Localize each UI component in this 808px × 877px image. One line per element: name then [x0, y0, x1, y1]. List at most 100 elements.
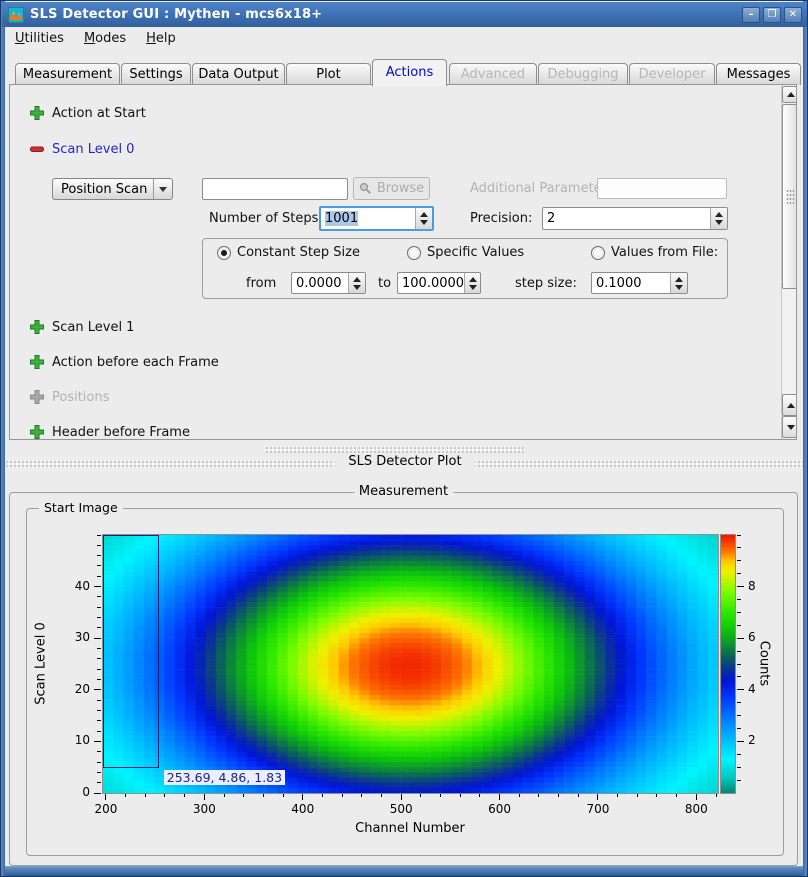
- x-axis-tick: [696, 794, 697, 800]
- spin-buttons[interactable]: [415, 208, 432, 229]
- x-axis-minor-tick: [656, 794, 657, 797]
- tab-developer[interactable]: Developer: [629, 63, 715, 85]
- vertical-scrollbar[interactable]: [781, 86, 797, 440]
- number-of-steps-value: 1001: [321, 211, 358, 226]
- y-axis-minor-tick: [97, 627, 101, 628]
- colorbar-minor-tick: [737, 599, 741, 600]
- y-axis-title: Scan Level 0: [34, 594, 49, 734]
- scan-script-input[interactable]: [202, 178, 348, 200]
- spin-down-icon[interactable]: [675, 285, 683, 290]
- close-button[interactable]: ✕: [784, 7, 802, 23]
- minimize-button[interactable]: –: [742, 7, 760, 23]
- spin-up-icon[interactable]: [353, 277, 361, 282]
- browse-button-label: Browse: [377, 181, 424, 196]
- tab-measurement[interactable]: Measurement: [15, 63, 120, 85]
- number-of-steps-spinner[interactable]: 1001: [319, 206, 434, 231]
- menu-bar: Utilities Modes Help: [5, 27, 805, 50]
- values-from-file-radio[interactable]: [591, 246, 605, 260]
- x-axis-tick-label: 400: [283, 802, 323, 816]
- x-axis-tick: [204, 794, 205, 800]
- spin-buttons[interactable]: [348, 273, 365, 293]
- tab-messages[interactable]: Messages: [716, 63, 801, 85]
- expand-plus-icon[interactable]: [29, 319, 45, 335]
- colorbar-minor-tick: [737, 754, 741, 755]
- colorbar-minor-tick: [737, 612, 741, 613]
- spin-buttons[interactable]: [670, 273, 687, 293]
- spin-buttons[interactable]: [464, 273, 480, 293]
- step-size-spinner[interactable]: 0.1000: [591, 272, 688, 294]
- number-of-steps-label: Number of Steps:: [209, 211, 323, 226]
- x-axis-minor-tick: [716, 794, 717, 797]
- spin-down-icon[interactable]: [469, 285, 477, 290]
- heatmap-canvas[interactable]: [103, 535, 718, 793]
- spin-up-icon[interactable]: [675, 277, 683, 282]
- scan-mode-select[interactable]: Position Scan: [52, 178, 173, 200]
- header-before-frame-label[interactable]: Header before Frame: [52, 425, 190, 440]
- colorbar-tick-label: 8: [748, 579, 768, 593]
- menu-help[interactable]: Help: [146, 31, 176, 46]
- specific-values-radio[interactable]: [407, 246, 421, 260]
- colorbar-minor-tick: [737, 676, 741, 677]
- action-before-frame-label[interactable]: Action before each Frame: [52, 355, 219, 370]
- spin-up-icon[interactable]: [420, 212, 428, 217]
- additional-parameter-input[interactable]: [597, 178, 727, 199]
- y-axis-tick: [94, 638, 101, 639]
- menu-modes[interactable]: Modes: [84, 31, 126, 46]
- colorbar-frame: [720, 534, 736, 794]
- scroll-up-button-bottom[interactable]: [782, 394, 797, 416]
- spin-up-icon[interactable]: [715, 212, 723, 217]
- colorbar-minor-tick: [737, 547, 741, 548]
- values-from-file-label[interactable]: Values from File:: [611, 245, 718, 260]
- spin-down-icon[interactable]: [420, 220, 428, 225]
- colorbar-tick: [737, 586, 744, 587]
- tab-data-output[interactable]: Data Output: [192, 63, 285, 85]
- x-axis-minor-tick: [243, 794, 244, 797]
- y-axis-tick-label: 40: [50, 579, 90, 593]
- title-bar[interactable]: SLS Detector GUI : Mythen - mcs6x18+ – ❒…: [2, 2, 808, 27]
- precision-spinner[interactable]: 2: [542, 207, 728, 230]
- x-axis-tick-label: 700: [578, 802, 618, 816]
- spin-down-icon[interactable]: [715, 220, 723, 225]
- x-axis-minor-tick: [224, 794, 225, 797]
- to-spinner[interactable]: 100.0000: [397, 272, 481, 294]
- action-at-start-label[interactable]: Action at Start: [52, 106, 146, 121]
- spin-down-icon[interactable]: [353, 285, 361, 290]
- spin-up-icon[interactable]: [469, 277, 477, 282]
- tab-advanced[interactable]: Advanced: [449, 63, 537, 85]
- tab-plot[interactable]: Plot: [286, 63, 371, 85]
- x-axis-minor-tick: [440, 794, 441, 797]
- tab-settings[interactable]: Settings: [121, 63, 191, 85]
- constant-step-size-label[interactable]: Constant Step Size: [237, 245, 360, 260]
- tab-actions[interactable]: Actions: [372, 59, 447, 86]
- scan-level-1-label[interactable]: Scan Level 1: [52, 320, 134, 335]
- tab-debugging[interactable]: Debugging: [538, 63, 628, 85]
- y-axis-minor-tick: [97, 648, 101, 649]
- specific-values-label[interactable]: Specific Values: [427, 245, 524, 260]
- plot-splitter-handle[interactable]: SLS Detector Plot: [5, 444, 805, 478]
- y-axis-tick: [94, 741, 101, 742]
- expand-plus-icon[interactable]: [29, 105, 45, 121]
- browse-button[interactable]: Browse: [353, 177, 430, 200]
- scan-level-0-label[interactable]: Scan Level 0: [52, 142, 134, 157]
- expand-plus-icon[interactable]: [29, 354, 45, 370]
- x-axis-minor-tick: [283, 794, 284, 797]
- collapse-minus-icon[interactable]: [29, 141, 45, 157]
- y-axis-tick-label: 10: [50, 733, 90, 747]
- menu-utilities[interactable]: Utilities: [15, 31, 64, 46]
- constant-step-size-radio[interactable]: [217, 246, 231, 260]
- window-title: SLS Detector GUI : Mythen - mcs6x18+: [30, 7, 322, 22]
- scroll-down-button[interactable]: [782, 416, 797, 438]
- step-size-value: 0.1000: [592, 276, 642, 291]
- maximize-button[interactable]: ❒: [763, 7, 781, 23]
- colorbar-minor-tick: [737, 651, 741, 652]
- scroll-up-button[interactable]: [782, 86, 797, 103]
- expand-plus-icon[interactable]: [29, 424, 45, 440]
- scrollbar-thumb[interactable]: [782, 104, 797, 289]
- x-axis-minor-tick: [558, 794, 559, 797]
- y-axis-minor-tick: [97, 545, 101, 546]
- from-spinner[interactable]: 0.0000: [291, 272, 366, 294]
- combo-dropdown-section[interactable]: [153, 179, 172, 199]
- spin-buttons[interactable]: [710, 208, 727, 229]
- arrow-up-icon: [787, 403, 795, 408]
- chevron-down-icon: [159, 187, 167, 192]
